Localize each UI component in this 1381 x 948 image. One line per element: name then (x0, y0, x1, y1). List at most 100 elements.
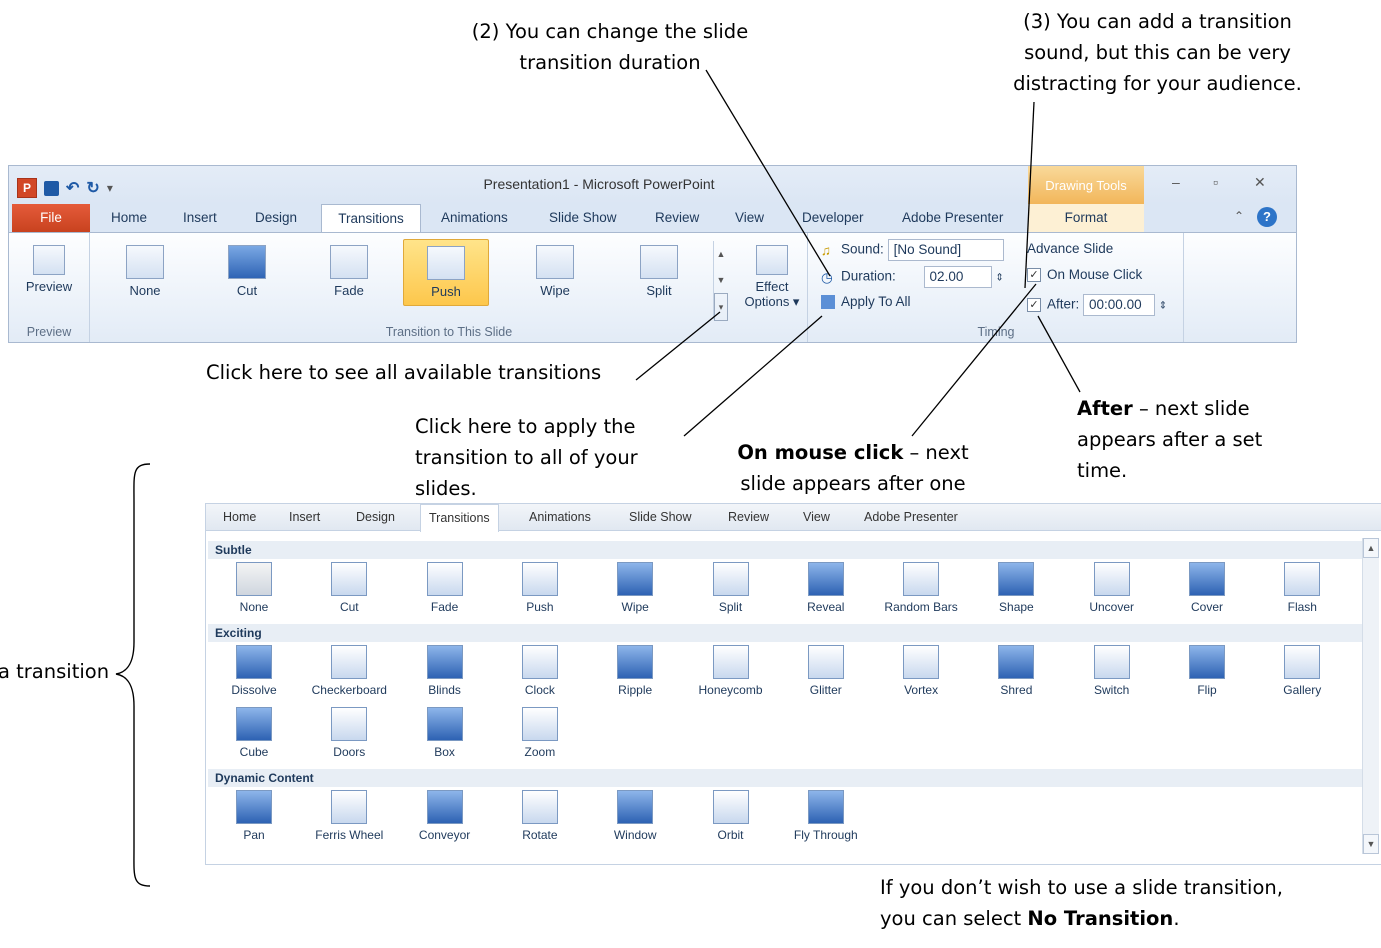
gallery-item-random-bars[interactable]: Random Bars (876, 562, 966, 614)
gallery-item-ferris-wheel[interactable]: Ferris Wheel (304, 790, 394, 842)
scroll-down-icon[interactable]: ▼ (1363, 834, 1379, 854)
gallery-item-vortex[interactable]: Vortex (876, 645, 966, 697)
ribbon-body: Preview Preview None Cut Fade Push Wipe … (9, 232, 1296, 342)
gallery-item-checkerboard[interactable]: Checkerboard (304, 645, 394, 697)
gallery-item-reveal[interactable]: Reveal (781, 562, 871, 614)
gallery-item-switch[interactable]: Switch (1067, 645, 1157, 697)
fly-through-icon (807, 790, 844, 824)
gallery-down-icon[interactable]: ▼ (714, 267, 728, 293)
panel-tab-insert[interactable]: Insert (289, 504, 320, 530)
transition-cut[interactable]: Cut (217, 241, 277, 298)
checkerboard-icon (331, 645, 368, 679)
gallery-item-rotate[interactable]: Rotate (495, 790, 585, 842)
panel-tab-transitions[interactable]: Transitions (420, 504, 499, 532)
transition-split[interactable]: Split (629, 241, 689, 298)
close-button[interactable]: ✕ (1254, 174, 1266, 191)
panel-tab-slide-show[interactable]: Slide Show (629, 504, 692, 530)
maximize-button[interactable]: ▫ (1213, 174, 1218, 190)
effect-options-button[interactable]: Effect Options ▾ (739, 241, 805, 310)
gallery-item-window[interactable]: Window (590, 790, 680, 842)
gallery-item-none[interactable]: None (209, 562, 299, 614)
gallery-item-dissolve[interactable]: Dissolve (209, 645, 299, 697)
help-icon[interactable]: ? (1257, 207, 1277, 227)
gallery-item-orbit[interactable]: Orbit (686, 790, 776, 842)
tab-adobe-presenter[interactable]: Adobe Presenter (902, 204, 1003, 232)
gallery-item-cut[interactable]: Cut (304, 562, 394, 614)
after-input[interactable]: 00:00.00 (1083, 294, 1156, 316)
tab-design[interactable]: Design (255, 204, 297, 232)
gallery-item-label: Shred (1000, 683, 1033, 697)
panel-tab-review[interactable]: Review (728, 504, 769, 530)
on-mouse-click-checkbox[interactable]: ✓ (1027, 268, 1041, 283)
gallery-item-pan[interactable]: Pan (209, 790, 299, 842)
tab-developer[interactable]: Developer (802, 204, 864, 232)
gallery-scrollbar[interactable]: ▲ ▼ (1362, 538, 1379, 854)
minimize-ribbon-icon[interactable]: ⌃ (1234, 209, 1244, 223)
gallery-item-cube[interactable]: Cube (209, 707, 299, 759)
tab-format[interactable]: Format (1028, 204, 1144, 232)
tab-home[interactable]: Home (111, 204, 147, 232)
gallery-item-wipe[interactable]: Wipe (590, 562, 680, 614)
after-checkbox[interactable]: ✓ (1027, 298, 1041, 312)
gallery-item-flip[interactable]: Flip (1162, 645, 1252, 697)
after-spinner-icon[interactable]: ⇕ (1159, 301, 1167, 312)
gallery-item-shred[interactable]: Shred (971, 645, 1061, 697)
apply-all-button[interactable]: Apply To All (821, 294, 911, 310)
gallery-up-icon[interactable]: ▲ (714, 241, 728, 267)
duration-input[interactable]: 02.00 (923, 266, 992, 288)
panel-tab-adobe-presenter[interactable]: Adobe Presenter (864, 504, 958, 530)
tab-insert[interactable]: Insert (183, 204, 217, 232)
wipe-icon (536, 245, 574, 279)
gallery-more-icon[interactable]: ▾ (714, 293, 728, 321)
tab-transitions[interactable]: Transitions (321, 204, 421, 234)
panel-tab-design[interactable]: Design (356, 504, 395, 530)
gallery-item-cover[interactable]: Cover (1162, 562, 1252, 614)
panel-tab-home[interactable]: Home (223, 504, 256, 530)
gallery-item-flash[interactable]: Flash (1257, 562, 1347, 614)
gallery-item-push[interactable]: Push (495, 562, 585, 614)
gallery-item-conveyor[interactable]: Conveyor (400, 790, 490, 842)
preview-label: Preview (25, 279, 73, 294)
callout-duration-line2: transition duration (519, 51, 701, 74)
sound-row: ♫ Sound: [No Sound] (821, 239, 1004, 261)
tab-slide-show[interactable]: Slide Show (549, 204, 617, 232)
gallery-item-label: Glitter (809, 683, 842, 697)
gallery-item-fade[interactable]: Fade (400, 562, 490, 614)
gallery-item-uncover[interactable]: Uncover (1067, 562, 1157, 614)
transition-none[interactable]: None (115, 241, 175, 298)
gallery-item-label: Clock (524, 683, 555, 697)
transition-cut-label: Cut (236, 283, 258, 298)
gallery-item-honeycomb[interactable]: Honeycomb (686, 645, 776, 697)
minimize-button[interactable]: – (1172, 174, 1180, 190)
duration-spinner-icon[interactable]: ⇕ (995, 273, 1003, 284)
gallery-item-split[interactable]: Split (686, 562, 776, 614)
preview-button[interactable]: Preview (19, 241, 79, 294)
transition-split-label: Split (646, 283, 672, 298)
gallery-item-clock[interactable]: Clock (495, 645, 585, 697)
gallery-item-label: Ripple (618, 683, 653, 697)
gallery-item-glitter[interactable]: Glitter (781, 645, 871, 697)
random-bars-icon (903, 562, 940, 596)
tab-view[interactable]: View (735, 204, 764, 232)
gallery-item-box[interactable]: Box (400, 707, 490, 759)
callout-no-transition-bold: No Transition (1027, 907, 1174, 930)
gallery-item-doors[interactable]: Doors (304, 707, 394, 759)
gallery-item-ripple[interactable]: Ripple (590, 645, 680, 697)
scroll-up-icon[interactable]: ▲ (1363, 538, 1379, 558)
tab-animations[interactable]: Animations (441, 204, 508, 232)
tab-review[interactable]: Review (655, 204, 699, 232)
panel-tab-animations[interactable]: Animations (529, 504, 591, 530)
gallery-item-fly-through[interactable]: Fly Through (781, 790, 871, 842)
ferris-wheel-icon (331, 790, 368, 824)
transition-fade[interactable]: Fade (319, 241, 379, 298)
gallery-item-shape[interactable]: Shape (971, 562, 1061, 614)
preview-group-label: Preview (26, 325, 72, 339)
transition-push[interactable]: Push (403, 239, 489, 306)
gallery-item-blinds[interactable]: Blinds (400, 645, 490, 697)
transition-wipe[interactable]: Wipe (525, 241, 585, 298)
tab-file[interactable]: File (12, 204, 90, 232)
panel-tab-view[interactable]: View (803, 504, 830, 530)
sound-dropdown[interactable]: [No Sound] (887, 239, 1004, 261)
gallery-item-gallery[interactable]: Gallery (1257, 645, 1347, 697)
gallery-item-zoom[interactable]: Zoom (495, 707, 585, 759)
